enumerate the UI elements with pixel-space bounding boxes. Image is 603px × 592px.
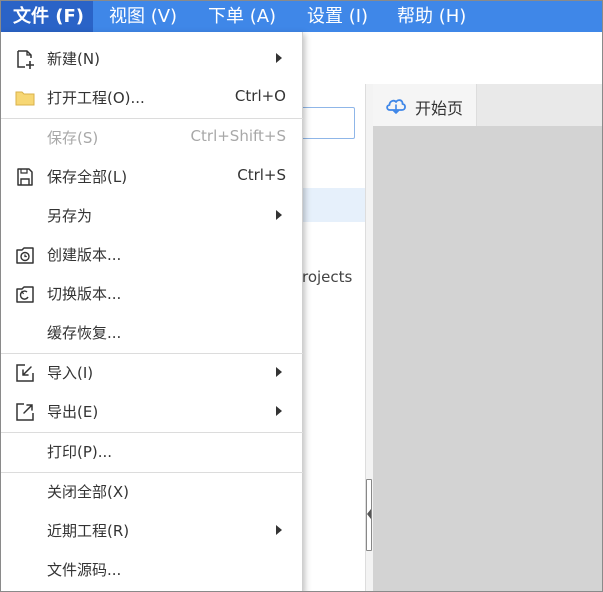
switch-version-icon bbox=[16, 286, 34, 303]
submenu-arrow-icon bbox=[276, 210, 282, 220]
menu-item-new[interactable]: 新建(N) bbox=[1, 40, 303, 77]
menu-item-save-all[interactable]: 保存全部(L) Ctrl+S bbox=[1, 158, 303, 195]
menu-item-import-label: 导入(I) bbox=[47, 364, 94, 382]
create-version-icon bbox=[16, 247, 34, 264]
menu-item-save-as-label: 另存为 bbox=[47, 207, 93, 225]
menu-item-recent-projects-label: 近期工程(R) bbox=[47, 522, 130, 540]
menu-item-file-source[interactable]: 文件源码... bbox=[1, 551, 303, 588]
menu-item-save-label: 保存(S) bbox=[47, 129, 99, 147]
menu-item-open-project[interactable]: 打开工程(O)... Ctrl+O bbox=[1, 79, 303, 116]
import-icon bbox=[16, 364, 34, 382]
menu-item-save[interactable]: 保存(S) Ctrl+Shift+S bbox=[1, 119, 303, 156]
menu-item-cache-restore-label: 缓存恢复... bbox=[47, 324, 122, 342]
workspace-area bbox=[373, 126, 602, 591]
cloud-icon bbox=[386, 99, 406, 114]
submenu-arrow-icon bbox=[276, 406, 282, 416]
menu-item-open-project-shortcut: Ctrl+O bbox=[234, 87, 286, 105]
selected-tree-row[interactable] bbox=[303, 188, 365, 222]
menu-settings[interactable]: 设置 (I) bbox=[307, 1, 368, 32]
menu-help[interactable]: 帮助 (H) bbox=[397, 1, 466, 32]
submenu-arrow-icon bbox=[276, 367, 282, 377]
menu-bar: 文件 (F) 视图 (V) 下单 (A) 设置 (I) 帮助 (H) bbox=[1, 1, 602, 32]
menu-item-export-label: 导出(E) bbox=[47, 403, 99, 421]
export-icon bbox=[16, 403, 34, 421]
menu-item-save-shortcut: Ctrl+Shift+S bbox=[190, 127, 286, 145]
folder-icon bbox=[15, 91, 35, 106]
submenu-arrow-icon bbox=[276, 525, 282, 535]
menu-item-close-all[interactable]: 关闭全部(X) bbox=[1, 473, 303, 510]
menu-item-create-version[interactable]: 创建版本... bbox=[1, 236, 303, 273]
save-all-icon bbox=[17, 168, 33, 186]
tab-start-page[interactable]: 开始页 bbox=[373, 84, 477, 126]
menu-item-file-source-label: 文件源码... bbox=[47, 561, 122, 579]
menu-item-export[interactable]: 导出(E) bbox=[1, 393, 303, 430]
menu-item-switch-version[interactable]: 切换版本... bbox=[1, 275, 303, 312]
menu-item-new-label: 新建(N) bbox=[47, 50, 100, 68]
menu-order[interactable]: 下单 (A) bbox=[208, 1, 276, 32]
collapse-arrow-icon bbox=[367, 509, 371, 519]
menu-file[interactable]: 文件 (F) bbox=[1, 1, 93, 32]
menu-item-save-all-shortcut: Ctrl+S bbox=[237, 166, 286, 184]
app-window: 文件 (F) 视图 (V) 下单 (A) 设置 (I) 帮助 (H) rojec… bbox=[0, 0, 603, 592]
menu-item-switch-version-label: 切换版本... bbox=[47, 285, 122, 303]
menu-item-print[interactable]: 打印(P)... bbox=[1, 433, 303, 470]
toolbar-area bbox=[303, 32, 602, 84]
menu-item-save-as[interactable]: 另存为 bbox=[1, 197, 303, 234]
menu-item-close-all-label: 关闭全部(X) bbox=[47, 483, 129, 501]
submenu-arrow-icon bbox=[276, 53, 282, 63]
file-menu-dropdown: 新建(N) 打开工程(O)... Ctrl+O 保存(S) Ctrl+Shift… bbox=[1, 32, 303, 591]
menu-item-save-all-label: 保存全部(L) bbox=[47, 168, 128, 186]
projects-label: rojects bbox=[302, 268, 353, 286]
menu-view[interactable]: 视图 (V) bbox=[109, 1, 177, 32]
tab-strip: 开始页 bbox=[373, 84, 602, 126]
tab-start-page-label: 开始页 bbox=[415, 99, 464, 118]
left-panel bbox=[303, 84, 365, 591]
menu-item-cache-restore[interactable]: 缓存恢复... bbox=[1, 314, 303, 351]
new-file-icon bbox=[17, 50, 34, 69]
menu-item-print-label: 打印(P)... bbox=[47, 443, 113, 461]
menu-item-import[interactable]: 导入(I) bbox=[1, 354, 303, 391]
menu-item-create-version-label: 创建版本... bbox=[47, 246, 122, 264]
menu-item-open-project-label: 打开工程(O)... bbox=[47, 89, 145, 107]
menu-item-recent-projects[interactable]: 近期工程(R) bbox=[1, 512, 303, 549]
